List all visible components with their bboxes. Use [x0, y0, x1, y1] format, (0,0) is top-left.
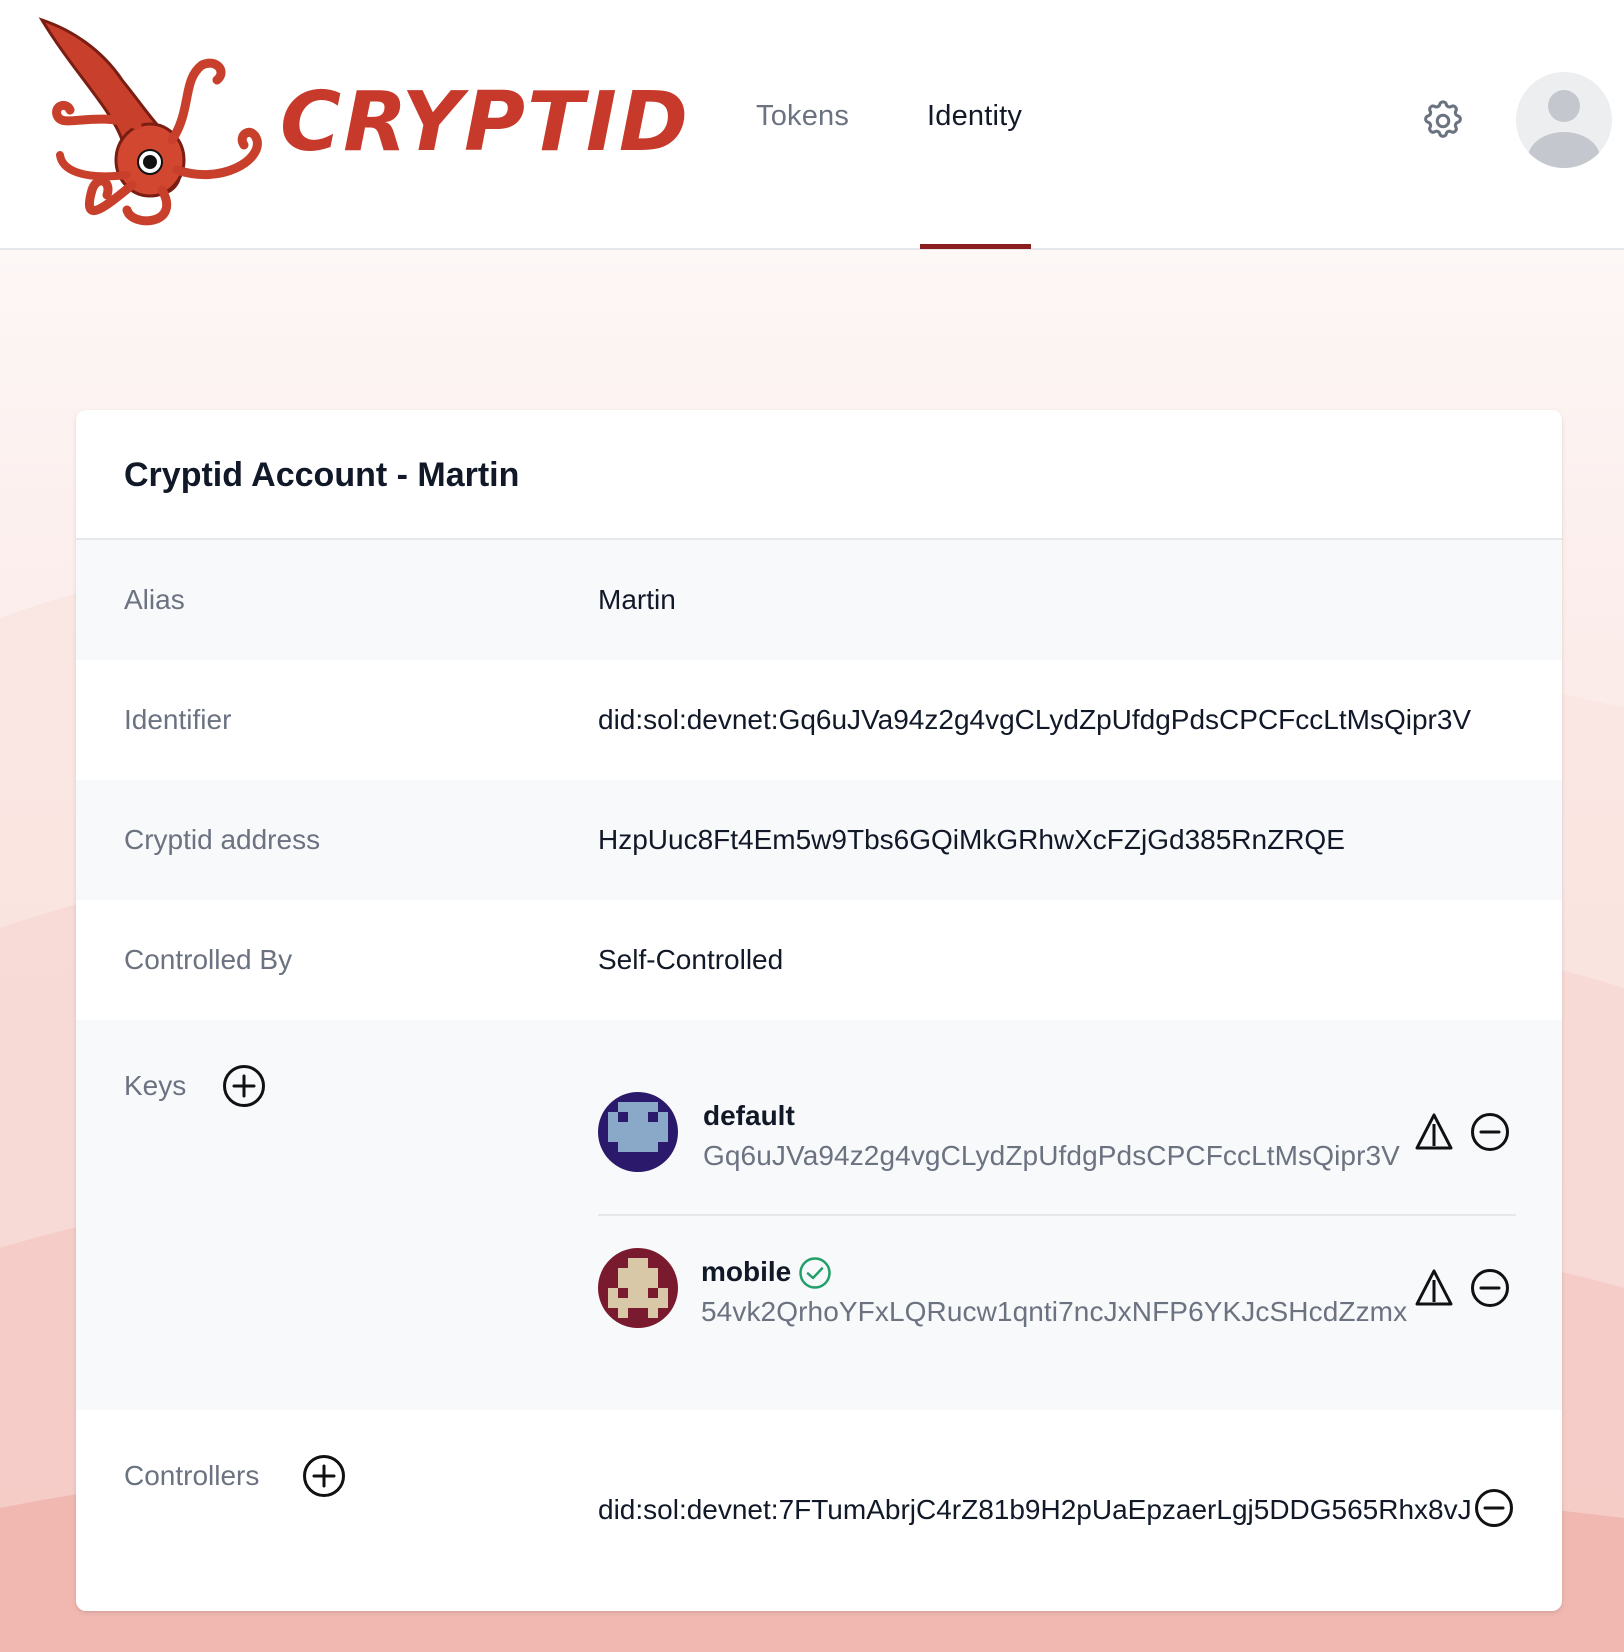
key-default-name: default	[703, 1100, 795, 1131]
controlled-by-value: Self-Controlled	[598, 944, 784, 975]
key-mobile-avatar	[598, 1248, 678, 1328]
card-title: Cryptid Account - Martin	[124, 456, 520, 494]
row-controlled-by: Controlled By Self-Controlled	[76, 900, 1562, 1020]
tab-identity[interactable]: Identity	[927, 100, 1022, 133]
check-circle-icon	[799, 1257, 831, 1289]
cryptid-wordmark: CRYPTID	[280, 78, 690, 168]
add-key-button[interactable]	[222, 1064, 266, 1108]
controllers-label: Controllers	[124, 1460, 260, 1491]
squid-logo-icon[interactable]	[32, 10, 282, 232]
keys-label: Keys	[124, 1070, 187, 1101]
top-header: CRYPTID Tokens Identity	[0, 0, 1624, 250]
row-controllers: Controllers did:sol:devnet:7FTumAbrjC4rZ…	[76, 1410, 1562, 1611]
gear-icon[interactable]	[1420, 98, 1466, 144]
remove-key-default-button[interactable]	[1470, 1112, 1510, 1152]
address-label: Cryptid address	[124, 824, 321, 855]
remove-controller-button[interactable]	[1474, 1488, 1514, 1528]
key-mobile-address: 54vk2QrhoYFxLQRucw1qnti7ncJxNFP6YKJcSHcd…	[701, 1296, 1408, 1327]
controlled-by-label: Controlled By	[124, 944, 293, 975]
key-default-avatar	[598, 1092, 678, 1172]
address-value: HzpUuc8Ft4Em5w9Tbs6GQiMkGRhwXcFZjGd385Rn…	[598, 824, 1345, 855]
remove-key-mobile-button[interactable]	[1470, 1268, 1510, 1308]
row-identifier: Identifier did:sol:devnet:Gq6uJVa94z2g4v…	[76, 660, 1562, 780]
identifier-value: did:sol:devnet:Gq6uJVa94z2g4vgCLydZpUfdg…	[598, 704, 1472, 735]
alias-label: Alias	[124, 584, 185, 615]
svg-text:CRYPTID: CRYPTID	[280, 78, 690, 168]
key-default-address: Gq6uJVa94z2g4vgCLydZpUfdgPdsCPCFccLtMsQi…	[703, 1140, 1400, 1171]
row-keys: Keys default Gq6uJVa94z2g4vgCLydZpUfdgPd…	[76, 1020, 1562, 1410]
row-cryptid-address: Cryptid address HzpUuc8Ft4Em5w9Tbs6GQiMk…	[76, 780, 1562, 900]
alias-value: Martin	[598, 584, 676, 615]
account-card: Cryptid Account - Martin Alias Martin Id…	[76, 410, 1562, 1611]
row-alias: Alias Martin	[76, 540, 1562, 660]
identifier-label: Identifier	[124, 704, 232, 735]
key-mobile-name: mobile	[701, 1256, 792, 1287]
active-tab-indicator	[920, 244, 1031, 249]
tab-tokens[interactable]: Tokens	[756, 100, 849, 133]
add-controller-button[interactable]	[302, 1454, 346, 1498]
controller-value: did:sol:devnet:7FTumAbrjC4rZ81b9H2pUaEpz…	[598, 1494, 1472, 1525]
warning-triangle-icon[interactable]	[1414, 1112, 1454, 1152]
warning-triangle-icon[interactable]	[1414, 1268, 1454, 1308]
key-divider	[598, 1214, 1516, 1216]
user-avatar-icon[interactable]	[1516, 72, 1612, 168]
